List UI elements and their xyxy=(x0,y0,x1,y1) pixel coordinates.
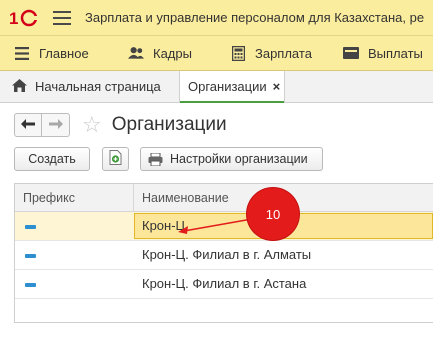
menu-hr-label: Кадры xyxy=(153,45,192,61)
tab-home[interactable]: Начальная страница xyxy=(0,71,161,102)
section-menu: Главное Кадры Зарплата Выплаты xyxy=(0,36,433,71)
step-number-badge: 10 xyxy=(247,188,299,240)
arrow-left-icon xyxy=(21,116,35,134)
tab-organizations[interactable]: Организации × xyxy=(179,71,285,103)
copy-button[interactable] xyxy=(102,147,129,171)
prefix-marker-icon xyxy=(25,254,36,258)
forward-button[interactable] xyxy=(42,113,70,137)
copy-add-icon xyxy=(109,150,122,168)
form-header: ☆ Организации xyxy=(14,112,227,138)
table-row[interactable]: Крон-Ц. Филиал в г. Астана xyxy=(15,270,433,299)
organizations-table[interactable]: Префикс Наименование Крон-Ц Крон-Ц. Фили… xyxy=(14,183,433,323)
organization-name: Крон-Ц xyxy=(142,218,186,233)
favorite-star-icon[interactable]: ☆ xyxy=(82,114,102,136)
app-title: Зарплата и управление персоналом для Каз… xyxy=(85,10,425,25)
menu-salary[interactable]: Зарплата xyxy=(230,36,312,70)
1c-logo-icon[interactable]: 1 xyxy=(9,8,41,28)
home-icon xyxy=(12,78,27,95)
calculator-icon xyxy=(230,45,246,61)
title-bar: 1 Зарплата и управление персоналом для К… xyxy=(0,0,433,36)
svg-text:1: 1 xyxy=(9,9,18,28)
menu-main-label: Главное xyxy=(39,45,89,61)
tab-organizations-label: Организации xyxy=(188,79,267,94)
menu-payments[interactable]: Выплаты xyxy=(343,36,423,70)
page-title: Организации xyxy=(111,114,227,135)
open-tabs-bar: Начальная страница Организации × xyxy=(0,71,433,103)
table-row[interactable]: Крон-Ц. Филиал в г. Алматы xyxy=(15,241,433,270)
wallet-icon xyxy=(343,45,359,61)
close-icon[interactable]: × xyxy=(273,79,281,94)
arrow-right-icon xyxy=(48,116,63,134)
prefix-marker-icon xyxy=(25,283,36,287)
back-button[interactable] xyxy=(14,113,42,137)
hamburger-icon[interactable] xyxy=(53,10,71,25)
table-row[interactable]: Крон-Ц xyxy=(15,212,433,241)
printer-icon xyxy=(148,152,163,166)
menu-main[interactable]: Главное xyxy=(14,36,89,70)
menu-salary-label: Зарплата xyxy=(255,45,312,61)
tab-home-label: Начальная страница xyxy=(35,79,161,94)
organization-name: Крон-Ц. Филиал в г. Алматы xyxy=(142,247,312,262)
organization-settings-label: Настройки организации xyxy=(170,152,308,166)
column-divider[interactable] xyxy=(133,184,134,211)
menu-hr[interactable]: Кадры xyxy=(128,36,192,70)
table-header: Префикс Наименование xyxy=(15,184,433,212)
column-header-name[interactable]: Наименование xyxy=(142,191,229,205)
menu-payments-label: Выплаты xyxy=(368,45,423,61)
column-header-prefix[interactable]: Префикс xyxy=(23,191,75,205)
create-button[interactable]: Создать xyxy=(14,147,90,171)
list-icon xyxy=(14,45,30,61)
people-icon xyxy=(128,45,144,61)
organization-name: Крон-Ц. Филиал в г. Астана xyxy=(142,276,307,291)
organization-settings-button[interactable]: Настройки организации xyxy=(140,147,323,171)
prefix-marker-icon xyxy=(25,225,36,229)
